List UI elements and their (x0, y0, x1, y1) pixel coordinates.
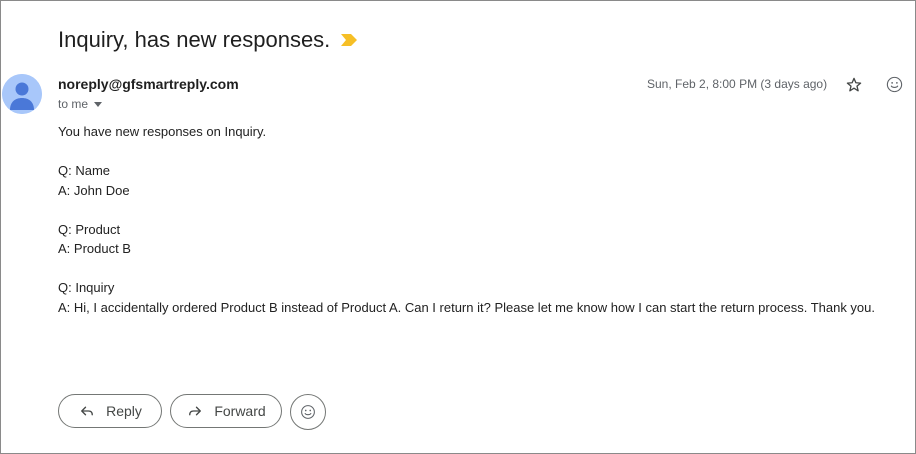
forward-label: Forward (214, 403, 266, 419)
body-gap (58, 200, 898, 220)
recipient-label: to me (58, 97, 89, 111)
importance-marker-icon[interactable] (341, 34, 357, 46)
body-line: Q: Name (58, 163, 111, 178)
chevron-down-icon (94, 101, 103, 107)
email-view: Inquiry, has new responses. noreply@gfsm… (0, 0, 916, 454)
email-body: You have new responses on Inquiry. Q: Na… (58, 122, 898, 317)
forward-arrow-icon (189, 406, 202, 416)
email-date: Sun, Feb 2, 8:00 PM (3 days ago) (647, 77, 828, 91)
reply-arrow-icon (81, 406, 94, 416)
reply-label: Reply (106, 403, 142, 419)
emoji-reaction-button[interactable] (290, 394, 326, 430)
emoji-icon (301, 405, 315, 419)
body-gap (58, 142, 898, 162)
recipient-toggle[interactable]: to me (58, 96, 103, 112)
sender-avatar[interactable] (2, 74, 42, 114)
body-line: Q: Inquiry (58, 280, 115, 295)
body-line: A: Product B (58, 241, 131, 256)
forward-button[interactable]: Forward (170, 394, 282, 428)
star-icon[interactable] (845, 76, 863, 94)
body-line: A: John Doe (58, 182, 130, 198)
body-line: A: Hi, I accidentally ordered Product B … (58, 299, 876, 315)
body-line: You have new responses on Inquiry. (58, 124, 267, 139)
body-line: Q: Product (58, 221, 121, 237)
emoji-icon[interactable] (885, 75, 904, 94)
person-avatar-icon (2, 74, 42, 114)
reply-button[interactable]: Reply (58, 394, 162, 428)
email-subject: Inquiry, has new responses. (58, 27, 331, 52)
body-gap (58, 259, 898, 279)
sender-email: noreply@gfsmartreply.com (58, 76, 239, 92)
